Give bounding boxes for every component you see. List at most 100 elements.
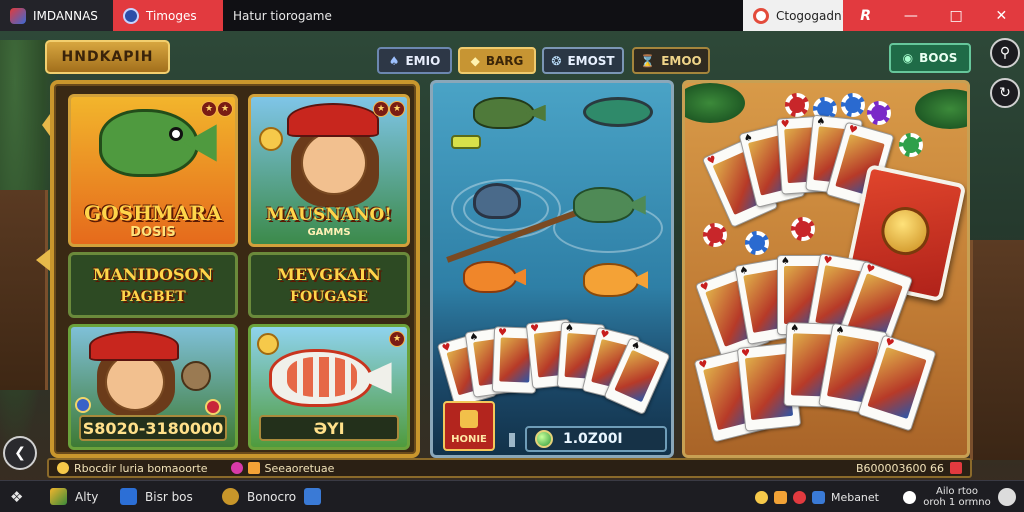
shield-icon [120,488,137,505]
balance-value: 1.0Z00I [563,431,623,447]
hourglass-icon: ⌛ [640,53,656,68]
tab-ctogogadn[interactable]: Ctogogadn1 [743,0,849,31]
badge-icon: ★ [201,101,217,117]
back-button[interactable]: R [851,5,881,27]
fish-icon [473,97,535,129]
flag-icon[interactable] [950,462,962,474]
fishing-game-panel[interactable]: HONIE 1.0Z00I [430,80,674,458]
game-subtitle: FOUGASE [290,289,368,305]
divider [509,433,515,447]
network-icon[interactable] [811,490,825,504]
tab-label: IMDANNAS [33,8,98,23]
start-button[interactable]: ❖ [10,488,23,506]
taskbar-item-bonocro[interactable]: Bonocro [222,488,296,505]
gem-icon [230,462,243,474]
tool-button-label: EMOO [661,53,702,68]
shield-icon [123,7,139,24]
gear-icon[interactable] [998,488,1016,506]
tab-hatur[interactable]: Hatur tiorogame [223,0,743,31]
brand-badge[interactable]: HNDKAPIH [45,40,170,74]
taskbar-item-alty[interactable]: Alty [50,488,98,505]
tool-button-barg[interactable]: ◆ BARG [458,47,536,74]
game-tile-carp[interactable]: ★ ƏYI [248,324,410,450]
status-left-text: Rbocdir luria bomaoorte [74,461,208,475]
poker-chip-icon [867,101,891,125]
taskbar-label: Alty [75,489,99,504]
windows-icon: ❖ [10,488,24,506]
tab-label: Hatur tiorogame [233,8,332,23]
tab-timoges[interactable]: Timoges [113,0,223,31]
badge-icon: ★ [217,101,233,117]
poker-chip-icon [791,217,815,241]
bait-icon [451,135,481,149]
coin-icon [259,127,283,151]
game-prize-amount: S8020-3180000 [79,415,227,441]
background-hut-left [0,190,48,390]
taskbar-label: Bisr bos [145,489,193,504]
card-game-panel[interactable] [682,80,970,458]
game-title: MAUSNANO! [266,205,392,225]
refresh-icon: ↻ [999,85,1011,101]
tool-button-label: EMIO [405,53,441,68]
scroll-left-button[interactable]: ❮ [3,436,37,470]
palm-leaves [685,83,745,123]
tool-button-emost[interactable]: ❂ EMOST [542,47,624,74]
character-hat [287,103,379,137]
info-icon[interactable] [903,490,916,504]
character-face [301,131,367,195]
star-icon [247,462,260,474]
coin-icon [257,333,279,355]
background-hut-right [970,240,1024,460]
gem-icon [535,430,553,448]
gem-icon: ◆ [470,53,480,68]
monkey-icon [181,361,211,391]
close-button[interactable]: ✕ [986,5,1016,27]
fishing-net-icon [583,97,653,127]
game-tile-manidoson[interactable]: MANIDOSON PAGBET [68,252,238,318]
clock[interactable]: Ailo rtoo oroh 1 ormno [922,486,992,508]
maximize-button[interactable]: □ [941,5,971,27]
taskbar-item-bisr[interactable]: Bisr bos [120,488,193,505]
fish-icon [573,187,635,223]
game-tile-fisher-woman[interactable]: S8020-3180000 [68,324,238,450]
refresh-button[interactable]: ↻ [990,78,1020,108]
ring-icon [753,7,769,24]
tab-label: Timoges [146,8,197,23]
notification-icon[interactable] [773,490,787,504]
home-button[interactable]: HONIE [443,401,495,451]
clock-bottom: oroh 1 ormno [923,497,991,508]
fish-eye [169,127,183,141]
game-tile-goshmara[interactable]: ★ ★ GOSHMARA DOSIS [68,94,238,247]
character-face [105,353,165,411]
cards-icon: ♠ [388,53,400,68]
status-right-text: B600003600 66 [855,461,944,475]
minimize-button[interactable]: — [896,5,926,27]
poker-chip-icon [703,223,727,247]
boos-button[interactable]: ◉ BOOS [889,43,971,73]
taskbar-item-blue[interactable] [304,488,321,505]
tray-label: Mebanet [830,490,879,504]
tool-button-emio[interactable]: ♠ EMIO [377,47,452,74]
app-logo-icon [10,7,26,24]
home-label: HONIE [451,434,487,445]
shield-icon: ◉ [902,51,914,65]
game-tile-mausnano[interactable]: ★ ★ MAUSNANO! GAMMS [248,94,410,247]
game-tile-mevgkain[interactable]: MEVGKAIN FOUGASE [248,252,410,318]
bass-fish-icon [99,109,199,177]
poker-chip-icon [745,231,769,255]
chevron-left-icon: ❮ [14,445,26,461]
coin-icon[interactable] [754,490,768,504]
tool-button-label: BARG [485,53,524,68]
heart-icon[interactable] [792,490,806,504]
app-icon [50,488,67,505]
tool-button-emoo[interactable]: ⌛ EMOO [632,47,710,74]
tab-label: Ctogogadn1 [776,8,850,23]
fish-stripes [287,357,357,397]
tab-imdannas[interactable]: IMDANNAS [0,0,113,31]
fishing-reel-icon [473,183,521,219]
title-bar: IMDANNAS Timoges Hatur tiorogame Ctogoga… [0,0,1024,31]
game-title: MEVGKAIN [277,265,381,284]
game-subtitle: PAGBET [120,289,186,305]
search-button[interactable]: ⚲ [990,38,1020,68]
status-right: B600003600 66 [856,462,962,475]
